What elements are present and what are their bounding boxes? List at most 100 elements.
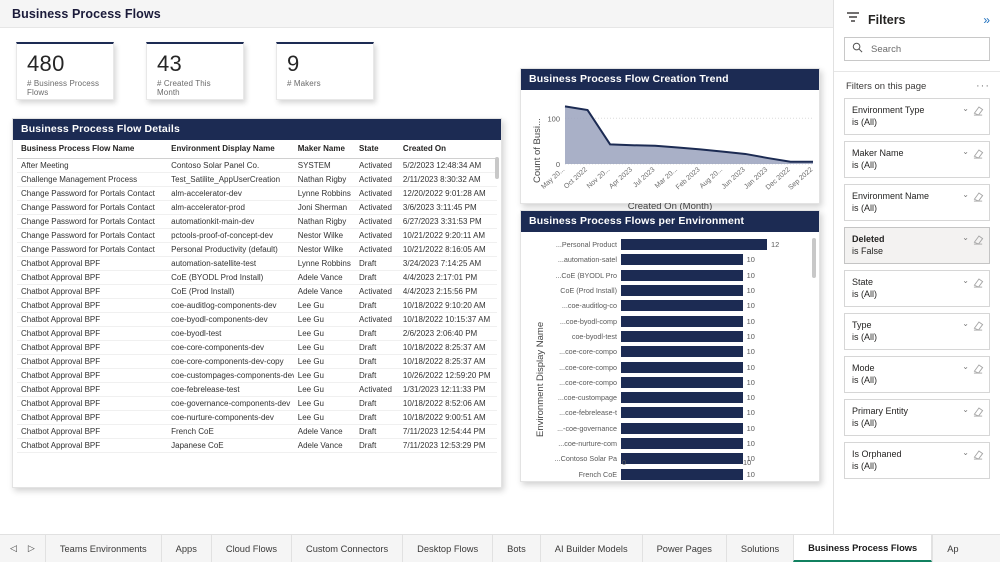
filter-card-deleted[interactable]: Deleted is False ⌄ xyxy=(844,227,990,264)
bar-chart-row[interactable]: coe-febrelease-t... 10 xyxy=(539,405,809,420)
table-row[interactable]: Chatbot Approval BPF coe-byodl-test Lee Gu… xyxy=(17,326,497,341)
bar-chart-bar[interactable] xyxy=(621,315,743,327)
bar-chart-vertical-scrollbar[interactable] xyxy=(812,238,816,278)
table-row[interactable]: After Meeting Contoso Solar Panel Co. SYST… xyxy=(17,158,497,173)
table-row[interactable]: Chatbot Approval BPF French CoE Adele Vanc… xyxy=(17,424,497,439)
tab-cloud-flows[interactable]: Cloud Flows xyxy=(210,535,291,562)
prev-page-icon[interactable]: ◁ xyxy=(10,543,17,554)
clear-filter-eraser-icon[interactable] xyxy=(973,232,984,250)
search-input[interactable]: Search xyxy=(871,44,901,55)
business-process-flow-details-table[interactable]: Business Process Flow Details Business P… xyxy=(12,118,502,488)
table-row[interactable]: Change Password for Portals Contact pctoo… xyxy=(17,228,497,243)
table-row[interactable]: Challenge Management Process Test_Satilit… xyxy=(17,172,497,187)
expand-chevron-icon[interactable]: » xyxy=(983,13,990,27)
flows-per-environment-chart[interactable]: Business Process Flows per Environment E… xyxy=(520,210,820,482)
table-row[interactable]: Change Password for Portals Contact Perso… xyxy=(17,242,497,257)
clear-filter-eraser-icon[interactable] xyxy=(973,361,984,379)
bar-chart-bar[interactable] xyxy=(621,285,743,297)
bar-chart-row[interactable]: CoE (Prod Install) 10 xyxy=(539,283,809,298)
tab-solutions[interactable]: Solutions xyxy=(725,535,793,562)
table-row[interactable]: Chatbot Approval BPF coe-auditlog-compone… xyxy=(17,298,497,313)
bar-chart-bar[interactable] xyxy=(621,376,743,388)
bar-chart-bar[interactable] xyxy=(621,239,767,251)
bar-chart-row[interactable]: Contoso Solar Pa... 10 xyxy=(539,451,809,466)
table-row[interactable]: Chatbot Approval BPF CoE (Prod Install) Ad… xyxy=(17,284,497,299)
bar-chart-bar[interactable] xyxy=(621,422,743,434)
chevron-down-icon[interactable]: ⌄ xyxy=(962,233,969,242)
table-row[interactable]: Chatbot Approval BPF coe-custompages-comp… xyxy=(17,368,497,383)
bar-chart-row[interactable]: Personal Product... 12 xyxy=(539,237,809,252)
bar-chart-bar[interactable] xyxy=(621,300,743,312)
kpi-card-created-this-month[interactable]: 43 # Created This Month xyxy=(146,42,244,100)
clear-filter-eraser-icon[interactable] xyxy=(973,275,984,293)
chevron-down-icon[interactable]: ⌄ xyxy=(962,190,969,199)
bar-chart-bar[interactable] xyxy=(621,361,743,373)
tab-bots[interactable]: Bots xyxy=(492,535,540,562)
table-row[interactable]: Chatbot Approval BPF coe-core-components-… xyxy=(17,354,497,369)
kpi-card-business-process-flows[interactable]: 480 # Business Process Flows xyxy=(16,42,114,100)
chevron-down-icon[interactable]: ⌄ xyxy=(962,104,969,113)
clear-filter-eraser-icon[interactable] xyxy=(973,447,984,465)
filter-card-environment-type[interactable]: Environment Type is (All) ⌄ xyxy=(844,98,990,135)
chevron-down-icon[interactable]: ⌄ xyxy=(962,319,969,328)
filter-card-mode[interactable]: Mode is (All) ⌄ xyxy=(844,356,990,393)
tab-custom-connectors[interactable]: Custom Connectors xyxy=(291,535,402,562)
table-column-header-4[interactable]: Created On xyxy=(398,140,497,159)
tab-apps[interactable]: Apps xyxy=(160,535,211,562)
tab-ai-builder-models[interactable]: AI Builder Models xyxy=(539,535,642,562)
bar-chart-bar[interactable] xyxy=(621,330,743,342)
bar-chart-bar[interactable] xyxy=(621,346,743,358)
bar-chart-bar[interactable] xyxy=(621,453,743,465)
table-row[interactable]: Chatbot Approval BPF automation-satellite… xyxy=(17,256,497,271)
bar-chart-bar[interactable] xyxy=(621,269,743,281)
table-row[interactable]: Chatbot Approval BPF coe-core-components-… xyxy=(17,340,497,355)
chevron-down-icon[interactable]: ⌄ xyxy=(962,276,969,285)
bar-chart-row[interactable]: CoE (BYODL Pro... 10 xyxy=(539,268,809,283)
filter-card-type[interactable]: Type is (All) ⌄ xyxy=(844,313,990,350)
creation-trend-chart[interactable]: Business Process Flow Creation Trend Cou… xyxy=(520,68,820,212)
filter-card-environment-name[interactable]: Environment Name is (All) ⌄ xyxy=(844,184,990,221)
bar-chart-row[interactable]: automation-satel... 10 xyxy=(539,252,809,267)
filters-search-box[interactable]: Search xyxy=(844,37,990,61)
table-row[interactable]: Chatbot Approval BPF coe-nurture-componen… xyxy=(17,410,497,425)
bar-chart-row[interactable]: coe-governance-... 10 xyxy=(539,421,809,436)
bar-chart-row[interactable]: coe-auditlog-co... 10 xyxy=(539,298,809,313)
chevron-down-icon[interactable]: ⌄ xyxy=(962,405,969,414)
table-column-header-1[interactable]: Environment Display Name xyxy=(167,140,294,159)
clear-filter-eraser-icon[interactable] xyxy=(973,146,984,164)
table-column-header-2[interactable]: Maker Name xyxy=(293,140,356,159)
more-options-icon[interactable]: ··· xyxy=(976,80,990,92)
bar-chart-bar[interactable] xyxy=(621,392,743,404)
table-row[interactable]: Chatbot Approval BPF coe-febrelease-test L… xyxy=(17,382,497,397)
chevron-down-icon[interactable]: ⌄ xyxy=(962,448,969,457)
table-column-header-3[interactable]: State xyxy=(355,140,399,159)
bar-chart-row[interactable]: coe-nurture-com... 10 xyxy=(539,436,809,451)
bar-chart-row[interactable]: coe-core-compo... 10 xyxy=(539,359,809,374)
table-row[interactable]: Change Password for Portals Contact alm-a… xyxy=(17,200,497,215)
bar-chart-bar[interactable] xyxy=(621,468,743,480)
filter-card-maker-name[interactable]: Maker Name is (All) ⌄ xyxy=(844,141,990,178)
clear-filter-eraser-icon[interactable] xyxy=(973,318,984,336)
filter-card-is-orphaned[interactable]: Is Orphaned is (All) ⌄ xyxy=(844,442,990,479)
bar-chart-row[interactable]: coe-core-compo... 10 xyxy=(539,344,809,359)
kpi-card-makers[interactable]: 9 # Makers xyxy=(276,42,374,100)
table-row[interactable]: Chatbot Approval BPF Japanese CoE Adele Va… xyxy=(17,438,497,453)
filter-card-primary-entity[interactable]: Primary Entity is (All) ⌄ xyxy=(844,399,990,436)
bar-chart-row[interactable]: coe-core-compo... 10 xyxy=(539,375,809,390)
table-body[interactable]: Business Process Flow Name Environment Di… xyxy=(13,140,501,487)
chevron-down-icon[interactable]: ⌄ xyxy=(962,147,969,156)
table-row[interactable]: Chatbot Approval BPF coe-governance-compo… xyxy=(17,396,497,411)
clear-filter-eraser-icon[interactable] xyxy=(973,103,984,121)
next-page-icon[interactable]: ▷ xyxy=(28,543,35,554)
table-row[interactable]: Change Password for Portals Contact alm-a… xyxy=(17,186,497,201)
bar-chart-row[interactable]: coe-custompage... 10 xyxy=(539,390,809,405)
bar-chart-bar[interactable] xyxy=(621,407,743,419)
table-row[interactable]: Change Password for Portals Contact autom… xyxy=(17,214,497,229)
bar-chart-bar[interactable] xyxy=(621,254,743,266)
tab-business-process-flows[interactable]: Business Process Flows xyxy=(793,535,933,562)
clear-filter-eraser-icon[interactable] xyxy=(973,404,984,422)
bar-chart-plot[interactable]: Environment Display Name Personal Produc… xyxy=(521,232,819,481)
bar-chart-row[interactable]: French CoE 10 xyxy=(539,466,809,481)
table-vertical-scrollbar[interactable] xyxy=(495,157,499,179)
table-column-header-0[interactable]: Business Process Flow Name xyxy=(17,140,168,159)
